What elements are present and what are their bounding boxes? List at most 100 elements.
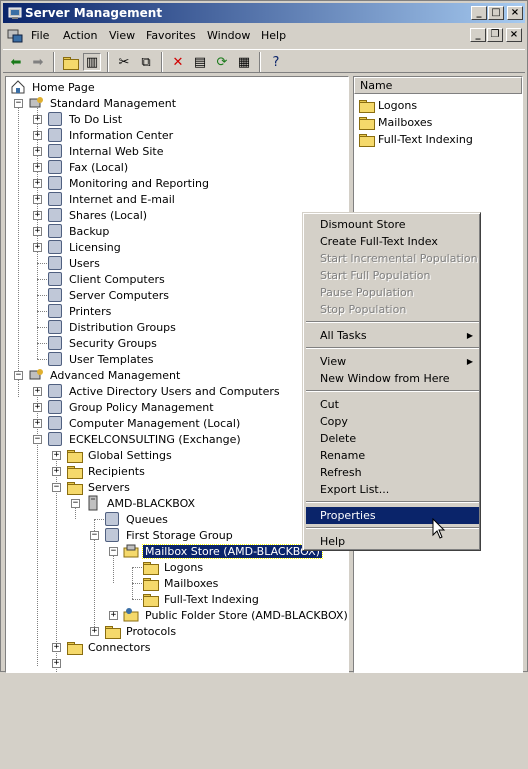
tree-node-security-groups[interactable]: Security Groups [47,335,159,351]
mdi-close-button[interactable]: × [506,28,522,42]
menu-file[interactable]: File [31,29,49,42]
menu-item-rename[interactable]: Rename [306,447,479,464]
list-item-logons[interactable]: Logons [358,97,417,113]
menu-help[interactable]: Help [261,29,286,42]
list-item-mailboxes[interactable]: Mailboxes [358,114,432,130]
expand-toggle[interactable]: + [109,611,118,620]
console-tree[interactable]: Home Page − Standard Management + To Do … [5,76,349,673]
menu-item-dismount-store[interactable]: Dismount Store [306,216,479,233]
collapse-toggle[interactable]: − [33,435,42,444]
collapse-toggle[interactable]: − [90,531,99,540]
expand-toggle[interactable]: + [33,403,42,412]
tree-node-logons[interactable]: Logons [142,559,205,575]
menu-item-view[interactable]: View ▶ [306,353,479,370]
tree-node-distribution-groups[interactable]: Distribution Groups [47,319,178,335]
menu-item-properties[interactable]: Properties [306,507,479,524]
tree-node-advanced-management[interactable]: Advanced Management [28,367,182,383]
back-icon[interactable]: ⬅ [7,53,25,71]
expand-toggle[interactable]: + [33,131,42,140]
tree-node-information-center[interactable]: Information Center [47,127,175,143]
console-icon[interactable] [7,28,23,44]
menu-item-delete[interactable]: Delete [306,430,479,447]
tree-node-licensing[interactable]: Licensing [47,239,123,255]
name-column-header[interactable]: Name [354,77,522,94]
tree-node-computer-management[interactable]: Computer Management (Local) [47,415,242,431]
menu-item-all-tasks[interactable]: All Tasks ▶ [306,327,479,344]
menu-window[interactable]: Window [207,29,250,42]
list-item-full-text-indexing[interactable]: Full-Text Indexing [358,131,473,147]
cut-icon[interactable]: ✂ [115,53,133,71]
tree-node-monitoring-and-reporting[interactable]: Monitoring and Reporting [47,175,211,191]
tree-node-public-folder-store[interactable]: Public Folder Store (AMD-BLACKBOX) [123,607,348,623]
properties-icon[interactable]: ▤ [191,53,209,71]
tree-node-global-settings[interactable]: Global Settings [66,447,174,463]
tree-node-exchange-org[interactable]: ECKELCONSULTING (Exchange) [47,431,243,447]
collapse-toggle[interactable]: − [14,371,23,380]
show-hide-tree-icon[interactable]: ▥ [83,53,101,71]
mdi-restore-button[interactable]: ❐ [487,28,503,42]
tree-node-shares-local[interactable]: Shares (Local) [47,207,149,223]
expand-toggle[interactable]: + [52,643,61,652]
tree-node-mailboxes[interactable]: Mailboxes [142,575,220,591]
tree-node-user-templates[interactable]: User Templates [47,351,156,367]
mdi-minimize-button[interactable]: _ [470,28,486,42]
export-list-icon[interactable]: ▦ [235,53,253,71]
forward-icon[interactable]: ➡ [29,53,47,71]
close-button[interactable]: × [507,6,523,20]
menu-item-copy[interactable]: Copy [306,413,479,430]
tree-node-group-policy-management[interactable]: Group Policy Management [47,399,216,415]
menu-action[interactable]: Action [63,29,97,42]
delete-icon[interactable]: ✕ [169,53,187,71]
tree-node-recipients[interactable]: Recipients [66,463,147,479]
collapse-toggle[interactable]: − [109,547,118,556]
tree-node-servers[interactable]: Servers [66,479,132,495]
expand-toggle[interactable]: + [33,195,42,204]
collapse-toggle[interactable]: − [14,99,23,108]
expand-toggle[interactable]: + [33,211,42,220]
tree-node-active-directory-users[interactable]: Active Directory Users and Computers [47,383,282,399]
tree-node-internet-and-email[interactable]: Internet and E-mail [47,191,177,207]
menu-item-export-list[interactable]: Export List... [306,481,479,498]
tree-node-amd-blackbox[interactable]: AMD-BLACKBOX [85,495,197,511]
expand-toggle[interactable]: + [90,627,99,636]
tree-node-internal-web-site[interactable]: Internal Web Site [47,143,166,159]
tree-node-connectors[interactable]: Connectors [66,639,152,655]
expand-toggle[interactable]: + [33,419,42,428]
expand-toggle[interactable]: + [52,467,61,476]
tree-node-client-computers[interactable]: Client Computers [47,271,167,287]
expand-toggle[interactable]: + [33,163,42,172]
menu-view[interactable]: View [109,29,135,42]
up-folder-icon[interactable] [61,53,79,71]
tree-node-to-do-list[interactable]: To Do List [47,111,124,127]
expand-toggle[interactable]: + [33,227,42,236]
help-icon[interactable]: ? [267,53,285,71]
minimize-button[interactable]: _ [471,6,487,20]
expand-toggle[interactable]: + [33,387,42,396]
tree-node-protocols[interactable]: Protocols [104,623,178,639]
menu-item-new-window-from-here[interactable]: New Window from Here [306,370,479,387]
expand-toggle[interactable]: + [33,115,42,124]
tree-node-users[interactable]: Users [47,255,102,271]
tree-node-fax-local[interactable]: Fax (Local) [47,159,130,175]
collapse-toggle[interactable]: − [52,483,61,492]
tree-node-backup[interactable]: Backup [47,223,111,239]
tree-node-home-page[interactable]: Home Page [10,79,97,95]
tree-node-mailbox-store[interactable]: Mailbox Store (AMD-BLACKBOX) [123,543,323,559]
refresh-icon[interactable]: ⟳ [213,53,231,71]
copy-icon[interactable]: ⧉ [137,53,155,71]
menu-item-refresh[interactable]: Refresh [306,464,479,481]
tree-node-printers[interactable]: Printers [47,303,113,319]
menu-item-cut[interactable]: Cut [306,396,479,413]
expand-toggle[interactable]: + [52,659,61,668]
maximize-button[interactable]: □ [488,6,504,20]
tree-node-queues[interactable]: Queues [104,511,170,527]
tree-node-standard-management[interactable]: Standard Management [28,95,178,111]
tree-node-full-text-indexing[interactable]: Full-Text Indexing [142,591,261,607]
menu-favorites[interactable]: Favorites [146,29,196,42]
expand-toggle[interactable]: + [33,179,42,188]
tree-node-first-storage-group[interactable]: First Storage Group [104,527,235,543]
expand-toggle[interactable]: + [52,451,61,460]
menu-item-help[interactable]: Help [306,533,479,550]
collapse-toggle[interactable]: − [71,499,80,508]
expand-toggle[interactable]: + [33,243,42,252]
